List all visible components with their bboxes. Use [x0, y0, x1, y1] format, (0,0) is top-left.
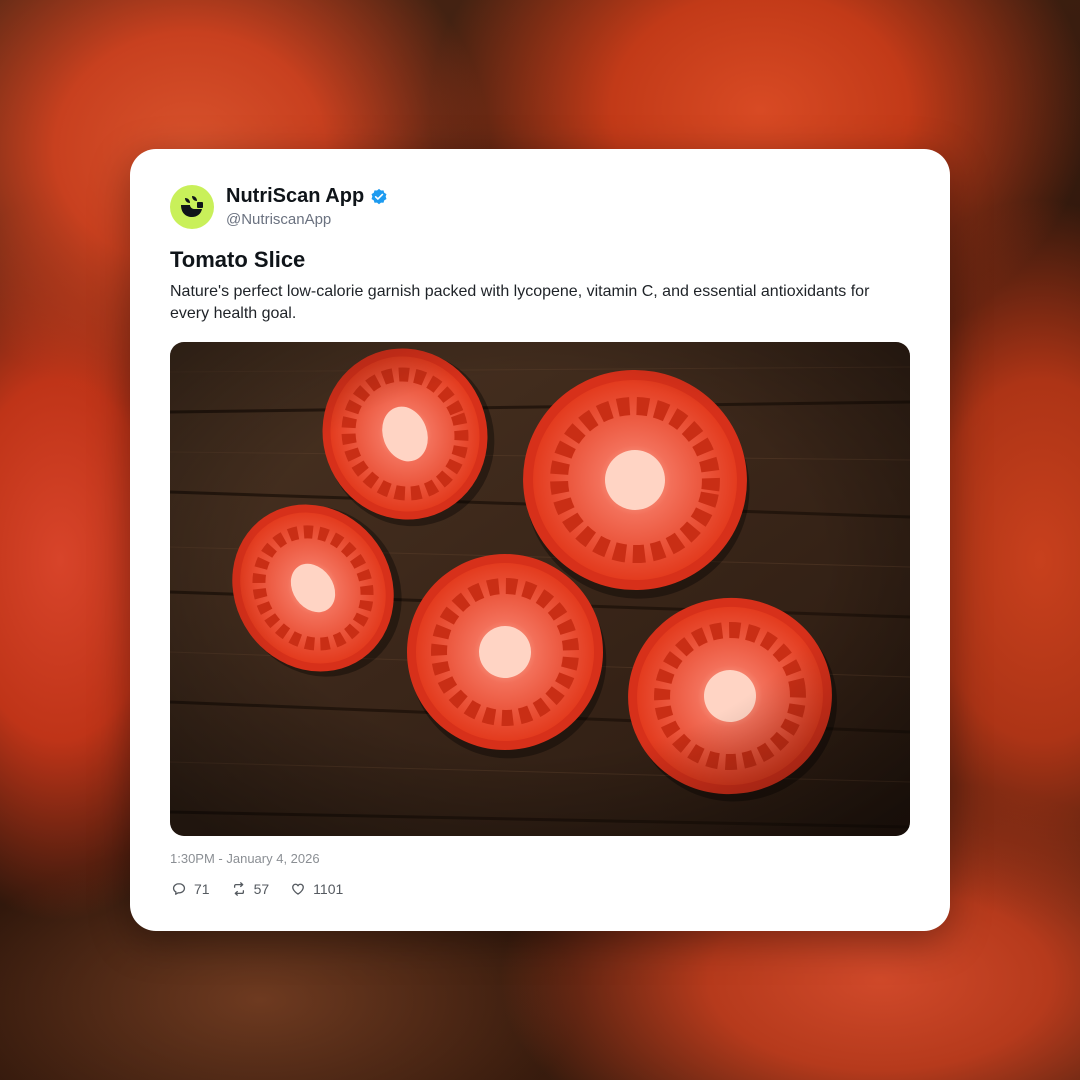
- repost-icon: [233, 882, 244, 896]
- author-handle[interactable]: @NutriscanApp: [226, 211, 331, 228]
- nutriscan-logo-icon: [181, 196, 203, 217]
- repost-count: 57: [253, 881, 270, 897]
- post-body: Nature's perfect low-calorie garnish pac…: [170, 283, 870, 322]
- tomato-slices-photo: [170, 342, 910, 836]
- avatar[interactable]: [170, 185, 214, 229]
- author-row: NutriScan App: [226, 185, 388, 208]
- repost-button[interactable]: 57: [232, 881, 270, 897]
- verified-badge-icon: [371, 188, 387, 204]
- reply-icon: [172, 883, 186, 895]
- like-count: 1101: [313, 881, 344, 897]
- post-card: NutriScan App @NutriscanApp Tomato Slice…: [130, 149, 950, 931]
- reply-count: 71: [194, 881, 210, 897]
- post-image[interactable]: [170, 342, 910, 836]
- reply-button[interactable]: 71: [172, 881, 210, 897]
- author-name[interactable]: NutriScan App: [226, 185, 364, 208]
- post-timestamp: 1:30PM - January 4, 2026: [170, 851, 320, 866]
- post-actions: 71 57 1101: [172, 881, 343, 897]
- post-title: Tomato Slice: [170, 247, 306, 272]
- heart-icon: [292, 883, 305, 895]
- like-button[interactable]: 1101: [291, 881, 343, 897]
